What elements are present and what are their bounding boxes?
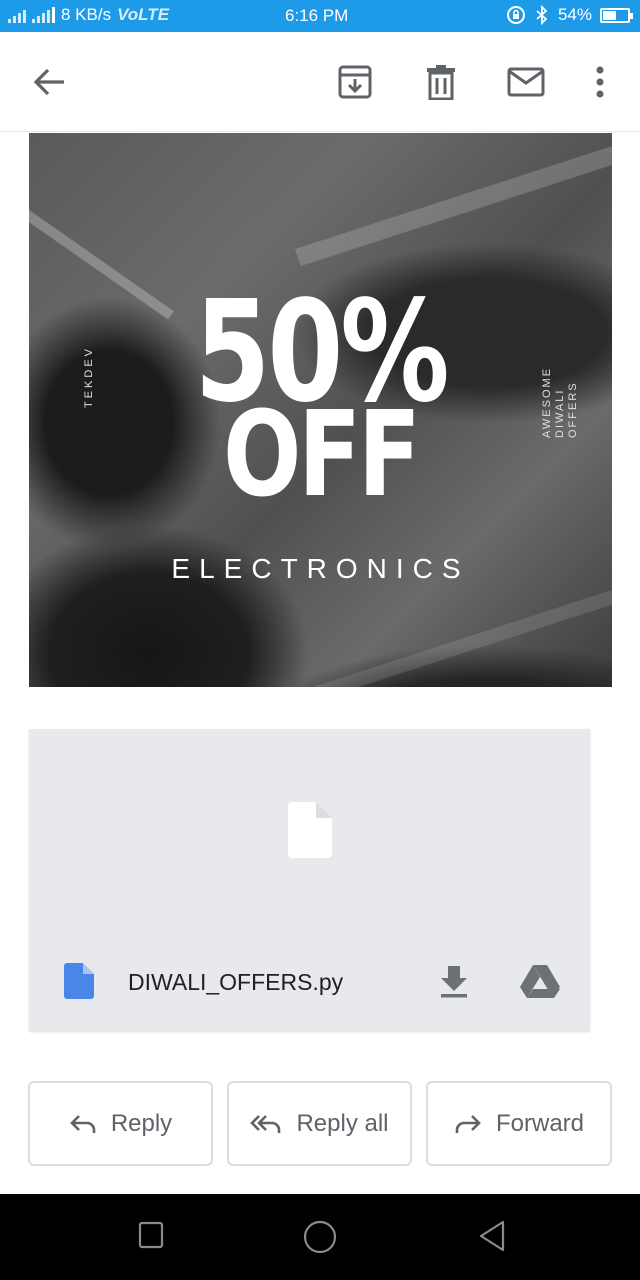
recents-icon[interactable]	[138, 1220, 164, 1250]
mark-unread-icon	[507, 67, 545, 97]
file-preview-icon	[288, 802, 332, 858]
reply-all-label: Reply all	[296, 1109, 389, 1137]
reply-icon	[69, 1114, 96, 1133]
signal-icon	[8, 7, 26, 23]
attachment-card[interactable]: DIWALI_OFFERS.py	[29, 729, 590, 1031]
forward-icon	[455, 1114, 481, 1133]
back-arrow-icon	[33, 68, 64, 96]
banner-subtitle: ELECTRONICS	[171, 553, 470, 584]
system-nav-bar	[0, 1194, 640, 1280]
clock: 6:16 PM	[285, 6, 349, 25]
signal-2-icon	[32, 7, 55, 23]
delete-icon	[427, 65, 455, 100]
mark-unread-button[interactable]	[506, 62, 546, 102]
brush-streak	[295, 137, 612, 267]
volte-label: VoLTE	[117, 5, 170, 24]
reply-button[interactable]: Reply	[28, 1081, 213, 1166]
banner-side-line-1: AWESOME	[541, 366, 553, 438]
battery-fill	[603, 10, 616, 20]
status-right: 54%	[506, 5, 633, 25]
forward-button[interactable]: Forward	[426, 1081, 612, 1166]
brush-streak	[217, 588, 612, 687]
back-button[interactable]	[29, 62, 69, 102]
status-bar: 8 KB/s VoLTE 6:16 PM 54%	[0, 0, 640, 32]
battery-icon	[600, 7, 633, 23]
network-speed: 8 KB/s	[61, 5, 112, 24]
more-vert-icon	[596, 66, 604, 98]
banner-side-line-3: OFFERS	[567, 381, 579, 438]
email-toolbar	[0, 32, 640, 132]
status-left: 8 KB/s VoLTE	[8, 5, 169, 25]
forward-label: Forward	[495, 1109, 585, 1137]
bluetooth-icon	[536, 5, 548, 25]
reply-all-button[interactable]: Reply all	[227, 1081, 412, 1166]
banner-headline-off: OFF	[223, 385, 421, 523]
back-nav-icon[interactable]	[478, 1220, 506, 1252]
more-options-button[interactable]	[580, 62, 620, 102]
reply-all-icon	[250, 1114, 281, 1133]
battery-percent: 54%	[557, 5, 592, 24]
download-icon[interactable]	[436, 963, 472, 999]
promo-banner-image: 50% OFF ELECTRONICS TEKDEV AWESOME DIWAL…	[29, 133, 612, 687]
archive-button[interactable]	[335, 62, 375, 102]
delete-button[interactable]	[421, 62, 461, 102]
home-icon[interactable]	[303, 1220, 337, 1254]
archive-icon	[338, 65, 372, 99]
attachment-filename: DIWALI_OFFERS.py	[128, 969, 344, 995]
file-icon	[64, 963, 94, 999]
banner-side-text: AWESOME DIWALI OFFERS	[541, 367, 580, 438]
reply-label: Reply	[110, 1109, 173, 1137]
banner-brand: TEKDEV	[83, 345, 95, 408]
banner-side-line-2: DIWALI	[554, 388, 566, 439]
alarm-lock-icon	[506, 6, 525, 24]
drive-icon[interactable]	[520, 963, 560, 999]
